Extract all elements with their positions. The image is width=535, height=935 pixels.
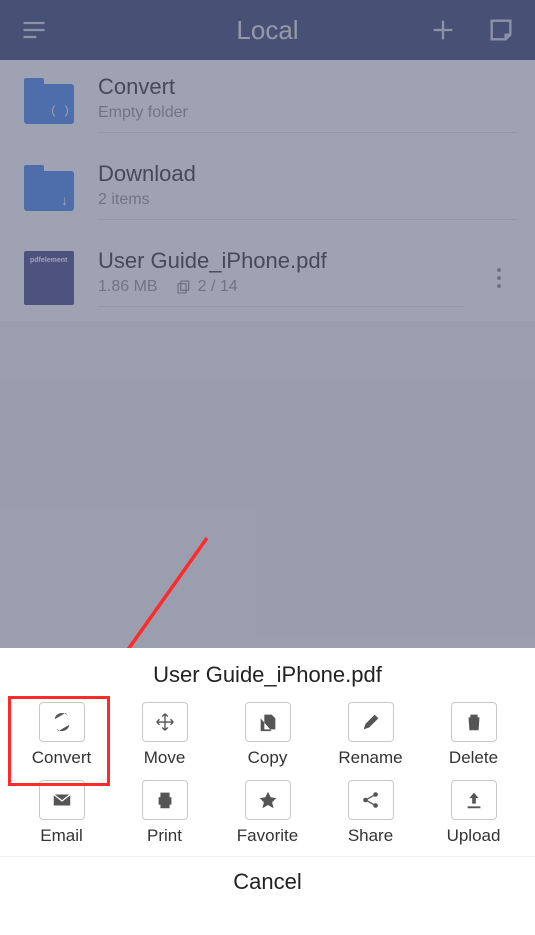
menu-icon[interactable] bbox=[20, 16, 48, 44]
action-label: Rename bbox=[338, 748, 402, 768]
share-icon bbox=[360, 789, 382, 811]
note-icon[interactable] bbox=[487, 16, 515, 44]
action-delete[interactable]: Delete bbox=[426, 702, 521, 768]
action-sheet: User Guide_iPhone.pdf Convert Move Copy … bbox=[0, 648, 535, 935]
action-email[interactable]: Email bbox=[14, 780, 109, 846]
add-icon[interactable] bbox=[429, 16, 457, 44]
action-print[interactable]: Print bbox=[117, 780, 212, 846]
delete-icon bbox=[463, 711, 485, 733]
print-icon bbox=[154, 789, 176, 811]
action-label: Email bbox=[40, 826, 83, 846]
pdf-icon: pdfelement bbox=[22, 253, 76, 303]
file-pages: 2 / 14 bbox=[198, 278, 238, 296]
action-label: Share bbox=[348, 826, 393, 846]
email-icon bbox=[51, 789, 73, 811]
page-title: Local bbox=[236, 15, 298, 46]
more-icon[interactable] bbox=[487, 268, 517, 288]
folder-row-download[interactable]: Download 2 items bbox=[0, 147, 535, 234]
file-name: Convert bbox=[98, 74, 517, 100]
action-label: Delete bbox=[449, 748, 498, 768]
file-name: Download bbox=[98, 161, 517, 187]
move-icon bbox=[154, 711, 176, 733]
action-favorite[interactable]: Favorite bbox=[220, 780, 315, 846]
app-header: Local bbox=[0, 0, 535, 60]
folder-icon bbox=[22, 79, 76, 129]
action-label: Upload bbox=[447, 826, 501, 846]
favorite-icon bbox=[257, 789, 279, 811]
pages-icon bbox=[176, 279, 192, 295]
action-copy[interactable]: Copy bbox=[220, 702, 315, 768]
action-rename[interactable]: Rename bbox=[323, 702, 418, 768]
sheet-title: User Guide_iPhone.pdf bbox=[0, 648, 535, 696]
action-label: Convert bbox=[32, 748, 92, 768]
action-label: Copy bbox=[248, 748, 288, 768]
action-upload[interactable]: Upload bbox=[426, 780, 521, 846]
file-list: Convert Empty folder Download 2 items pd… bbox=[0, 60, 535, 321]
action-label: Move bbox=[144, 748, 186, 768]
action-label: Print bbox=[147, 826, 182, 846]
folder-row-convert[interactable]: Convert Empty folder bbox=[0, 60, 535, 147]
action-label: Favorite bbox=[237, 826, 298, 846]
action-grid: Convert Move Copy Rename Delete bbox=[0, 696, 535, 856]
copy-icon bbox=[257, 711, 279, 733]
convert-icon bbox=[51, 711, 73, 733]
action-share[interactable]: Share bbox=[323, 780, 418, 846]
file-meta: 2 items bbox=[98, 191, 517, 209]
action-move[interactable]: Move bbox=[117, 702, 212, 768]
cancel-button[interactable]: Cancel bbox=[0, 856, 535, 907]
file-meta: 1.86 MB 2 / 14 bbox=[98, 278, 465, 296]
folder-icon bbox=[22, 166, 76, 216]
upload-icon bbox=[463, 789, 485, 811]
file-name: User Guide_iPhone.pdf bbox=[98, 248, 465, 274]
file-size: 1.86 MB bbox=[98, 278, 158, 296]
file-row-pdf[interactable]: pdfelement User Guide_iPhone.pdf 1.86 MB… bbox=[0, 234, 535, 321]
rename-icon bbox=[360, 711, 382, 733]
action-convert[interactable]: Convert bbox=[14, 702, 109, 768]
file-meta: Empty folder bbox=[98, 104, 517, 122]
